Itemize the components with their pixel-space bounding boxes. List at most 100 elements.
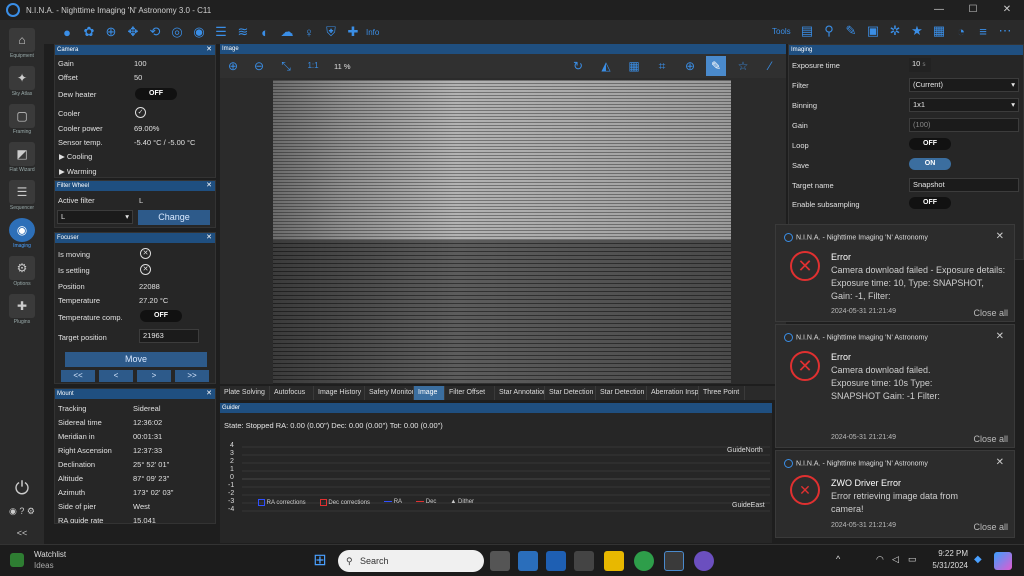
browser-icon[interactable]	[694, 551, 714, 571]
flat-panel-icon[interactable]: ♀	[298, 21, 320, 43]
flip-icon[interactable]: ◭	[596, 56, 616, 76]
tab-star-detection-2[interactable]: Star Detection	[596, 386, 647, 400]
more-icon[interactable]: ⋯	[994, 20, 1016, 42]
tab-star-annotation[interactable]: Star Annotation	[495, 386, 545, 400]
clock-time[interactable]: 9:22 PM	[932, 549, 968, 558]
nav-equipment[interactable]: ⌂ Equipment	[0, 28, 44, 59]
check-icon[interactable]: ✓	[135, 107, 146, 118]
filter-dropdown[interactable]: (Current) ▾	[909, 78, 1019, 92]
safety-icon[interactable]: ☁	[276, 21, 298, 43]
rotator-icon[interactable]: ✥	[122, 21, 144, 43]
nav-framing[interactable]: ▢ Framing	[0, 104, 44, 135]
layout-tool-icon[interactable]: ▦	[928, 20, 950, 42]
target-name-input[interactable]: Snapshot	[909, 178, 1019, 192]
move-far-left-button[interactable]: <<	[61, 370, 95, 382]
nav-imaging[interactable]: ◉ Imaging	[0, 218, 44, 249]
nav-flat-wizard[interactable]: ◩ Flat Wizard	[0, 142, 44, 173]
close-all-button[interactable]: Close all	[973, 522, 1008, 532]
cooling-expander[interactable]: ▶ Cooling	[59, 152, 92, 161]
close-all-button[interactable]: Close all	[973, 434, 1008, 444]
minimize-button[interactable]: —	[922, 0, 956, 20]
shield-icon[interactable]: ⛨	[320, 21, 342, 43]
eye-icon[interactable]: ◉	[9, 506, 17, 516]
plugin-icon[interactable]: ✚	[342, 21, 364, 43]
stretch-icon[interactable]: ⌗	[652, 56, 672, 76]
move-left-button[interactable]: <	[99, 370, 133, 382]
volume-icon[interactable]: ◁	[892, 554, 899, 565]
nav-plugins[interactable]: ✚ Plugins	[0, 294, 44, 325]
nav-sky-atlas[interactable]: ✦ Sky Atlas	[0, 66, 44, 97]
watchlist-label[interactable]: Watchlist	[34, 550, 66, 559]
clock-date[interactable]: 5/31/2024	[924, 561, 968, 570]
close-icon[interactable]: ✕	[206, 181, 212, 191]
taskbar-search[interactable]: ⚲ Search	[338, 550, 484, 572]
collapse-button[interactable]: <<	[0, 528, 44, 538]
close-icon[interactable]: ✕	[996, 457, 1004, 468]
telescope-icon[interactable]: ⁄	[760, 56, 780, 76]
camera-connect-icon[interactable]: ●	[56, 21, 78, 43]
tab-plate-solving[interactable]: Plate Solving	[220, 386, 270, 400]
rotate-icon[interactable]: ↻	[568, 56, 588, 76]
tab-filter-offset[interactable]: Filter Offset	[445, 386, 495, 400]
hfr-tool-icon[interactable]: ✲	[884, 20, 906, 42]
word-icon[interactable]	[546, 551, 566, 571]
binning-dropdown[interactable]: 1x1 ▾	[909, 98, 1019, 112]
help-icon[interactable]: ?	[19, 506, 24, 516]
battery-icon[interactable]: ▭	[908, 554, 917, 565]
copilot-icon[interactable]	[994, 552, 1012, 570]
legend-dither[interactable]: ▲ Dither	[450, 499, 474, 506]
close-icon[interactable]: ✕	[996, 331, 1004, 342]
filterwheel-icon[interactable]: ✿	[78, 21, 100, 43]
search-icon[interactable]: ⚲	[818, 20, 840, 42]
move-right-button[interactable]: >	[137, 370, 171, 382]
temp-comp-toggle[interactable]: OFF	[140, 310, 182, 322]
camera-tool-icon[interactable]: ▣	[862, 20, 884, 42]
sequence-list-icon[interactable]: ☰	[210, 21, 232, 43]
exposure-time-input[interactable]: 10 s	[909, 58, 931, 72]
close-all-button[interactable]: Close all	[973, 308, 1008, 318]
star-icon[interactable]: ☆	[733, 56, 753, 76]
legend-dec-corrections[interactable]: Dec corrections	[319, 499, 370, 506]
notification-bell-icon[interactable]: ◆	[974, 554, 982, 565]
debayer-icon[interactable]: ✎	[706, 56, 726, 76]
close-icon[interactable]: ✕	[206, 45, 212, 55]
pen-tool-icon[interactable]: ✎	[840, 20, 862, 42]
history-icon[interactable]: ◔	[950, 20, 972, 42]
info-label[interactable]: Info	[366, 28, 379, 37]
nav-sequencer[interactable]: ☰ Sequencer	[0, 180, 44, 211]
watchlist-icon[interactable]	[10, 553, 24, 567]
warming-expander[interactable]: ▶ Warming	[59, 167, 97, 176]
close-icon[interactable]: ✕	[206, 233, 212, 243]
settings-small-icon[interactable]: ⚙	[27, 506, 35, 516]
change-filter-button[interactable]: Change	[138, 210, 210, 225]
nav-options[interactable]: ⚙ Options	[0, 256, 44, 287]
fit-icon[interactable]: ⤡	[276, 56, 296, 76]
wifi-icon[interactable]: ◠	[876, 554, 884, 565]
task-view-icon[interactable]	[490, 551, 510, 571]
save-toggle[interactable]: ON	[909, 158, 951, 170]
subsampling-toggle[interactable]: OFF	[909, 197, 951, 209]
mount-icon[interactable]: ⟲	[144, 21, 166, 43]
tab-safety-monitor[interactable]: Safety Monitor	[365, 386, 414, 400]
grid-icon[interactable]: ▦	[624, 56, 644, 76]
focuser-icon[interactable]: ⊕	[100, 21, 122, 43]
close-icon[interactable]: ✕	[996, 231, 1004, 242]
legend-ra[interactable]: RA	[384, 499, 402, 506]
maximize-button[interactable]: ☐	[956, 0, 990, 20]
windows-start-icon[interactable]: ⊞	[310, 551, 330, 571]
dome-icon[interactable]: ◐	[254, 21, 276, 43]
tab-image[interactable]: Image	[414, 386, 445, 400]
tab-three-point[interactable]: Three Point	[699, 386, 745, 400]
guider-icon[interactable]: ◎	[166, 21, 188, 43]
app-icon[interactable]	[518, 551, 538, 571]
zoom-in-icon[interactable]: ⊕	[223, 56, 243, 76]
nina-taskbar-icon[interactable]	[664, 551, 684, 571]
switch-icon[interactable]: ◉	[188, 21, 210, 43]
star-tool-icon[interactable]: ★	[906, 20, 928, 42]
target-position-input[interactable]: 21963	[139, 329, 199, 343]
tab-autofocus[interactable]: Autofocus	[270, 386, 314, 400]
weather-icon[interactable]: ≋	[232, 21, 254, 43]
tab-aberration-inspector[interactable]: Aberration Inspector	[647, 386, 699, 400]
tab-image-history[interactable]: Image History	[314, 386, 365, 400]
loop-toggle[interactable]: OFF	[909, 138, 951, 150]
